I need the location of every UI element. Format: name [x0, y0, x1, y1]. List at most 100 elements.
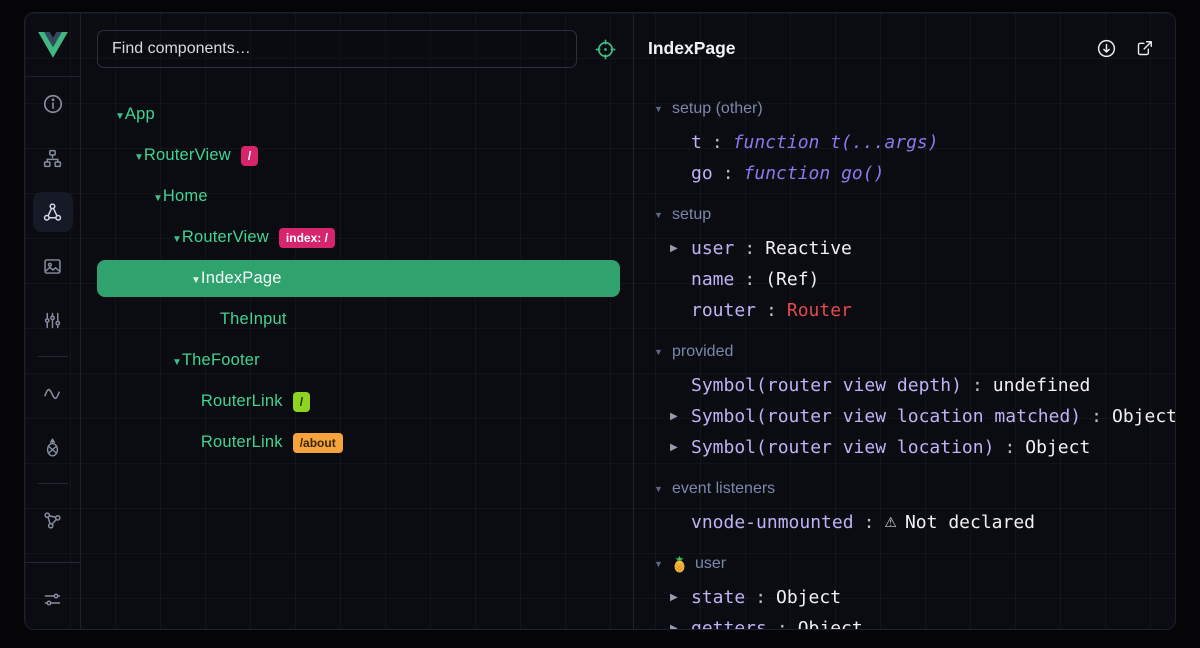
state-property[interactable]: go: function go()	[634, 158, 1175, 189]
chevron-down-icon: ▼	[654, 485, 672, 494]
component-name: App	[125, 105, 155, 123]
route-badge: /	[293, 392, 310, 412]
property-value: (Ref)	[765, 269, 819, 290]
state-property[interactable]: ▶getters:Object	[634, 613, 1175, 629]
property-colon: :	[723, 163, 734, 184]
iconbar-divider	[25, 562, 80, 563]
tree-row-TheInput[interactable]: ▼TheInput	[97, 299, 620, 340]
state-section: ▼event listenersvnode-unmounted:⚠Not dec…	[634, 471, 1175, 538]
chevron-down-icon[interactable]: ▼	[153, 193, 163, 204]
tree-row-Home[interactable]: ▼Home	[97, 176, 620, 217]
tree-row-RouterLink[interactable]: ▼RouterLink/	[97, 381, 620, 422]
vue-logo[interactable]	[25, 13, 80, 77]
pinia-store-icon	[672, 556, 687, 573]
section-label: setup	[672, 206, 711, 224]
property-value: function t(...args)	[733, 132, 939, 153]
property-key: Symbol(router view location matched)	[691, 406, 1081, 427]
warning-icon: ⚠	[884, 515, 897, 531]
vue-logo-icon	[38, 32, 68, 58]
vue-devtools-window: ▼App▼RouterView/▼Home▼RouterViewindex: /…	[0, 0, 1200, 648]
component-tree: ▼App▼RouterView/▼Home▼RouterViewindex: /…	[81, 80, 633, 463]
section-header[interactable]: ▼ user	[634, 546, 1175, 582]
section-header[interactable]: ▼provided	[634, 334, 1175, 370]
property-colon: :	[1091, 406, 1102, 427]
graph-nodes-icon	[42, 510, 63, 531]
property-value: function go()	[744, 163, 885, 184]
state-section: ▼setup▶user:Reactivename:(Ref)router:Rou…	[634, 197, 1175, 326]
settings-button[interactable]	[33, 579, 73, 619]
property-value: Reactive	[765, 238, 852, 259]
tree-row-RouterView[interactable]: ▼RouterViewindex: /	[97, 217, 620, 258]
property-value: Object	[776, 587, 841, 608]
chevron-down-icon[interactable]: ▼	[115, 111, 125, 122]
section-label: setup (other)	[672, 100, 763, 118]
state-property[interactable]: vnode-unmounted:⚠Not declared	[634, 507, 1175, 538]
section-header[interactable]: ▼event listeners	[634, 471, 1175, 507]
inspector-actions	[1096, 38, 1155, 59]
sliders-horizontal-icon	[42, 589, 63, 610]
property-key: t	[691, 132, 702, 153]
chevron-right-icon[interactable]: ▶	[670, 244, 691, 254]
tree-row-App[interactable]: ▼App	[97, 94, 620, 135]
tab-pinia[interactable]	[33, 427, 73, 467]
chevron-down-icon[interactable]: ▼	[172, 234, 182, 245]
property-key: getters	[691, 618, 767, 629]
tab-components[interactable]	[33, 192, 73, 232]
chevron-down-icon[interactable]: ▼	[172, 357, 182, 368]
devtools-app: ▼App▼RouterView/▼Home▼RouterViewindex: /…	[24, 12, 1176, 630]
route-badge: index: /	[279, 228, 335, 248]
inspector-header: IndexPage	[634, 13, 1175, 83]
component-name: RouterView	[144, 146, 231, 164]
property-key: Symbol(router view location)	[691, 437, 994, 458]
tree-row-RouterLink[interactable]: ▼RouterLink/about	[97, 422, 620, 463]
info-icon	[42, 93, 64, 115]
property-value: Object	[1025, 437, 1090, 458]
section-header[interactable]: ▼setup	[634, 197, 1175, 233]
open-in-editor-icon[interactable]	[1135, 38, 1155, 59]
state-property[interactable]: ▶user:Reactive	[634, 233, 1175, 264]
property-colon: :	[712, 132, 723, 153]
state-property[interactable]: Symbol(router view depth):undefined	[634, 370, 1175, 401]
inspect-element-button[interactable]	[577, 38, 633, 61]
section-header[interactable]: ▼setup (other)	[634, 91, 1175, 127]
state-property[interactable]: ▶Symbol(router view location):Object	[634, 432, 1175, 463]
state-property[interactable]: ▶state:Object	[634, 582, 1175, 613]
section-label: user	[695, 555, 726, 573]
property-key: go	[691, 163, 713, 184]
chevron-right-icon[interactable]: ▶	[670, 443, 691, 453]
inspector-title: IndexPage	[648, 38, 736, 59]
tab-options[interactable]	[33, 300, 73, 340]
property-colon: :	[972, 375, 983, 396]
chevron-right-icon[interactable]: ▶	[670, 593, 691, 603]
state-section: ▼ user▶state:Object▶getters:Object	[634, 546, 1175, 629]
tab-overview[interactable]	[33, 84, 73, 124]
state-property[interactable]: t: function t(...args)	[634, 127, 1175, 158]
state-property[interactable]: router:Router	[634, 295, 1175, 326]
property-value: Not declared	[905, 512, 1035, 533]
chevron-down-icon[interactable]: ▼	[191, 275, 201, 286]
state-property[interactable]: name:(Ref)	[634, 264, 1175, 295]
chevron-right-icon[interactable]: ▶	[670, 412, 691, 422]
tree-row-RouterView[interactable]: ▼RouterView/	[97, 135, 620, 176]
component-inspector-panel: IndexPage ▼setup (other)t:function t(...…	[634, 13, 1175, 629]
tab-graph[interactable]	[33, 500, 73, 540]
tab-timeline[interactable]	[33, 373, 73, 413]
scroll-to-component-icon[interactable]	[1096, 38, 1117, 59]
timeline-wave-icon	[42, 383, 63, 404]
search-input[interactable]	[97, 30, 577, 68]
state-property[interactable]: ▶Symbol(router view location matched): Ob…	[634, 401, 1175, 432]
chevron-right-icon[interactable]: ▶	[670, 624, 691, 630]
tab-component-hierarchy[interactable]	[33, 138, 73, 178]
tree-row-TheFooter[interactable]: ▼TheFooter	[97, 340, 620, 381]
chevron-down-icon: ▼	[654, 560, 672, 569]
property-colon: :	[864, 512, 875, 533]
property-value: Object	[1112, 406, 1175, 427]
tab-assets[interactable]	[33, 246, 73, 286]
components-icon	[42, 202, 63, 223]
iconbar-divider	[38, 483, 68, 484]
chevron-down-icon[interactable]: ▼	[134, 152, 144, 163]
component-name: TheInput	[220, 310, 287, 328]
tree-row-IndexPage[interactable]: ▼IndexPage	[97, 260, 620, 297]
chevron-down-icon: ▼	[654, 211, 672, 220]
property-value: undefined	[993, 375, 1091, 396]
